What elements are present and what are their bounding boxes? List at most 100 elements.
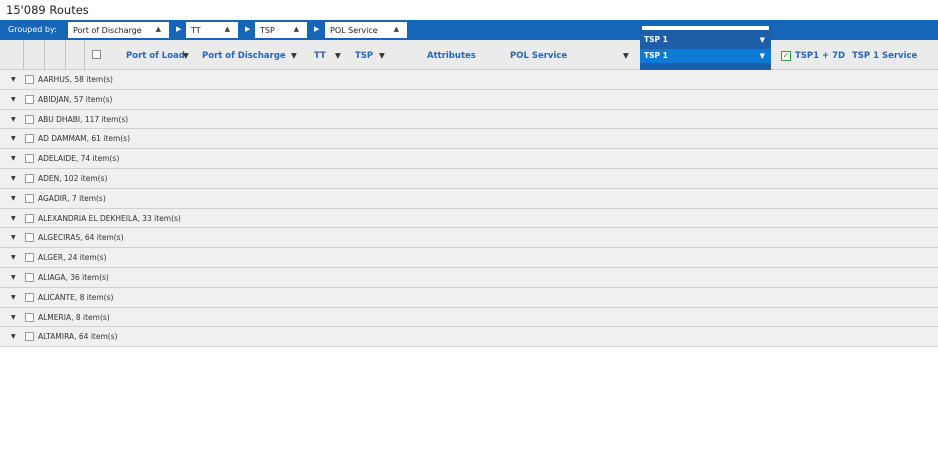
filter-icon[interactable]: ▼	[760, 49, 765, 63]
dropdown-item-label: TSP 1	[644, 35, 668, 44]
dropdown-handle[interactable]	[642, 26, 769, 30]
group-row[interactable]: ▼ AD DAMMAM, 61 item(s)	[0, 129, 938, 150]
select-all-checkbox[interactable]	[92, 50, 101, 59]
expand-toggle-icon[interactable]: ▼	[11, 135, 16, 142]
sort-asc-icon[interactable]: ▲	[294, 25, 299, 33]
dropdown-item-tsp1-selected[interactable]: TSP 1 ▼	[640, 49, 771, 63]
group-row-checkbox[interactable]	[25, 312, 34, 322]
group-row[interactable]: ▼ ALMERIA, 8 item(s)	[0, 307, 938, 328]
group-chip-tsp[interactable]: TSP ▲	[255, 22, 307, 38]
filter-icon[interactable]: ▼	[623, 51, 629, 60]
group-row-checkbox[interactable]	[25, 134, 34, 144]
filter-icon[interactable]: ▼	[183, 51, 189, 60]
group-row[interactable]: ▼ ALICANTE, 8 item(s)	[0, 287, 938, 308]
group-chip-pol-service[interactable]: POL Service ▲	[325, 22, 407, 38]
column-header-port-of-load[interactable]: Port of Load	[126, 51, 185, 61]
expand-toggle-icon[interactable]: ▼	[11, 215, 16, 222]
sort-asc-icon[interactable]: ▲	[156, 25, 161, 33]
filter-icon[interactable]: ▼	[291, 51, 297, 60]
group-row[interactable]: ▼ ALGER, 24 item(s)	[0, 248, 938, 268]
group-row[interactable]: ▼ AARHUS, 58 item(s)	[0, 70, 938, 90]
group-chip-label: TT	[191, 25, 201, 35]
grouped-by-label: Grouped by:	[8, 25, 57, 34]
group-row-label: ALGER, 24 item(s)	[38, 253, 107, 263]
column-divider	[44, 40, 45, 70]
group-row[interactable]: ▼ ABU DHABI, 117 item(s)	[0, 109, 938, 130]
group-row-label: ALMERIA, 8 item(s)	[38, 312, 110, 322]
column-header-tsp1-7d[interactable]: TSP1 + 7D	[795, 51, 845, 61]
column-divider	[65, 40, 66, 70]
group-row[interactable]: ▼ ALIAGA, 36 item(s)	[0, 267, 938, 288]
group-row[interactable]: ▼ ADELAIDE, 74 item(s)	[0, 149, 938, 169]
group-rows: ▼ AARHUS, 58 item(s) ▼ ABIDJAN, 57 item(s) ▼…	[0, 70, 938, 348]
group-row-label: ALEXANDRIA EL DEKHEILA, 33 item(s)	[38, 213, 181, 223]
grid-header: Port of Load ▼ Port of Discharge ▼ TT ▼ …	[0, 40, 938, 70]
column-header-tsp1-service[interactable]: TSP 1 Service	[852, 51, 917, 61]
chevron-right-icon: ▶	[176, 25, 182, 33]
dropdown-item-label: TSP 1	[644, 51, 668, 60]
group-row-label: ABU DHABI, 117 item(s)	[38, 114, 129, 124]
group-row[interactable]: ▼ ALGECIRAS, 64 item(s)	[0, 228, 938, 249]
expand-toggle-icon[interactable]: ▼	[11, 294, 16, 301]
group-row[interactable]: ▼ ABIDJAN, 57 item(s)	[0, 89, 938, 110]
group-row-label: ALICANTE, 8 item(s)	[38, 292, 114, 302]
column-divider	[23, 40, 24, 70]
expand-toggle-icon[interactable]: ▼	[11, 333, 16, 340]
expand-toggle-icon[interactable]: ▼	[11, 155, 16, 162]
expand-toggle-icon[interactable]: ▼	[11, 234, 16, 241]
group-row-checkbox[interactable]	[25, 94, 34, 104]
sort-asc-icon[interactable]: ▲	[225, 25, 230, 33]
group-row-checkbox[interactable]	[25, 173, 34, 183]
filter-icon[interactable]: ▼	[760, 33, 765, 47]
expand-toggle-icon[interactable]: ▼	[11, 195, 16, 202]
group-row-label: ALIAGA, 36 item(s)	[38, 272, 109, 282]
group-row-checkbox[interactable]	[25, 154, 34, 164]
filter-icon[interactable]: ▼	[379, 51, 385, 60]
expand-toggle-icon[interactable]: ▼	[11, 116, 16, 123]
group-row-checkbox[interactable]	[25, 213, 34, 223]
tsp1-7d-checkbox[interactable]: ✓	[781, 51, 791, 61]
dropdown-item-tsp1[interactable]: TSP 1 ▼	[640, 33, 771, 47]
expand-toggle-icon[interactable]: ▼	[11, 96, 16, 103]
column-header-tt[interactable]: TT	[314, 51, 326, 61]
chevron-right-icon: ▶	[314, 25, 320, 33]
group-row-checkbox[interactable]	[25, 114, 34, 124]
group-row-label: ADEN, 102 item(s)	[38, 173, 108, 183]
column-drag-dropdown[interactable]: TSP 1 ▼ TSP 1 ▼	[640, 26, 771, 70]
group-row-label: AGADIR, 7 item(s)	[38, 193, 106, 203]
group-row-checkbox[interactable]	[25, 253, 34, 263]
group-chip-tt[interactable]: TT ▲	[186, 22, 238, 38]
group-row[interactable]: ▼ ADEN, 102 item(s)	[0, 168, 938, 189]
column-header-port-of-discharge[interactable]: Port of Discharge	[202, 51, 286, 61]
group-row-label: ABIDJAN, 57 item(s)	[38, 94, 113, 104]
group-row-checkbox[interactable]	[25, 193, 34, 203]
expand-toggle-icon[interactable]: ▼	[11, 76, 16, 83]
filter-icon[interactable]: ▼	[335, 51, 341, 60]
expand-toggle-icon[interactable]: ▼	[11, 175, 16, 182]
group-row-label: ALTAMIRA, 64 item(s)	[38, 332, 118, 342]
group-row[interactable]: ▼ AGADIR, 7 item(s)	[0, 188, 938, 209]
group-row-checkbox[interactable]	[25, 332, 34, 342]
group-row-label: AARHUS, 58 item(s)	[38, 75, 113, 84]
group-chip-port-of-discharge[interactable]: Port of Discharge ▲	[68, 22, 169, 38]
group-by-bar: Grouped by: Port of Discharge ▲ ▶ TT ▲ ▶…	[0, 20, 938, 40]
group-row-label: AD DAMMAM, 61 item(s)	[38, 134, 131, 144]
chevron-right-icon: ▶	[245, 25, 251, 33]
column-divider	[84, 40, 85, 70]
expand-toggle-icon[interactable]: ▼	[11, 314, 16, 321]
group-chip-label: POL Service	[330, 25, 378, 35]
group-row[interactable]: ▼ ALTAMIRA, 64 item(s)	[0, 327, 938, 348]
expand-toggle-icon[interactable]: ▼	[11, 254, 16, 261]
group-row-checkbox[interactable]	[25, 272, 34, 282]
group-row-checkbox[interactable]	[25, 233, 34, 243]
group-row-checkbox[interactable]	[25, 75, 34, 84]
column-header-tsp[interactable]: TSP	[355, 51, 373, 61]
column-header-pol-service[interactable]: POL Service	[510, 51, 567, 61]
column-header-attributes[interactable]: Attributes	[427, 51, 476, 61]
group-row-checkbox[interactable]	[25, 292, 34, 302]
expand-toggle-icon[interactable]: ▼	[11, 274, 16, 281]
sort-asc-icon[interactable]: ▲	[394, 25, 399, 33]
page-title: 15'089 Routes	[6, 3, 89, 17]
group-row[interactable]: ▼ ALEXANDRIA EL DEKHEILA, 33 item(s)	[0, 208, 938, 229]
group-row-label: ADELAIDE, 74 item(s)	[38, 154, 120, 164]
